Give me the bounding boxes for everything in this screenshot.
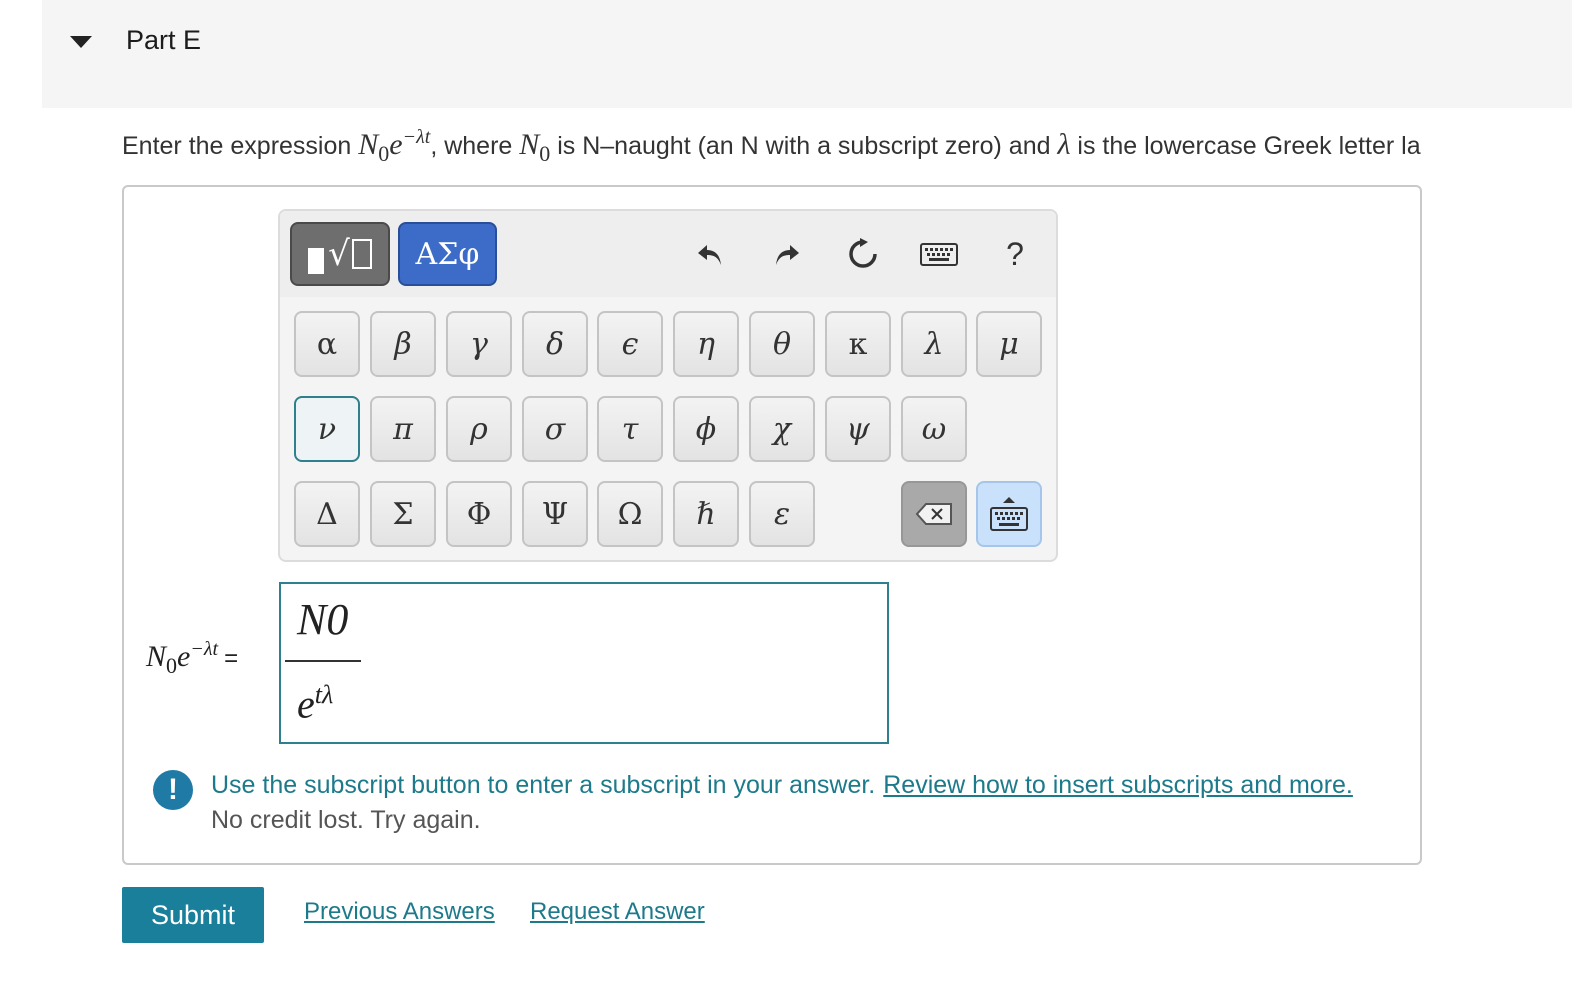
help-button[interactable]: ?: [992, 229, 1038, 279]
subscript-help-link[interactable]: Review how to insert subscripts and more…: [883, 771, 1353, 799]
undo-button[interactable]: [687, 229, 733, 279]
key-capital-sigma[interactable]: Σ: [370, 481, 436, 547]
template-root-icon: √: [328, 234, 372, 274]
keyboard-shortcuts-button[interactable]: [916, 229, 962, 279]
key-chi[interactable]: χ: [749, 396, 815, 462]
key-psi[interactable]: ψ: [825, 396, 891, 462]
keyboard-icon: [920, 243, 958, 266]
request-answer-link[interactable]: Request Answer: [530, 898, 705, 926]
fraction-bar: [285, 660, 361, 662]
key-gamma[interactable]: γ: [446, 311, 512, 377]
key-varepsilon[interactable]: ε: [749, 481, 815, 547]
key-omega[interactable]: ω: [901, 396, 967, 462]
part-title: Part E: [126, 25, 202, 55]
templates-mode-button[interactable]: √: [290, 222, 390, 286]
key-alpha[interactable]: α: [294, 311, 360, 377]
key-sigma[interactable]: σ: [522, 396, 588, 462]
key-h-bar[interactable]: ℏ: [673, 481, 739, 547]
undo-icon: [698, 245, 721, 265]
feedback-note: No credit lost. Try again.: [211, 806, 481, 834]
info-alert-icon: !: [153, 770, 193, 810]
key-nu[interactable]: ν: [294, 396, 360, 462]
key-capital-delta[interactable]: Δ: [294, 481, 360, 547]
key-pi[interactable]: π: [370, 396, 436, 462]
key-kappa[interactable]: κ: [825, 311, 891, 377]
keyboard-up-icon: [990, 497, 1028, 531]
part-header[interactable]: [42, 0, 1572, 108]
key-tau[interactable]: τ: [597, 396, 663, 462]
template-square-icon: [308, 248, 325, 274]
key-eta[interactable]: η: [673, 311, 739, 377]
greek-mode-button[interactable]: ΑΣφ: [398, 222, 497, 286]
answer-input[interactable]: N0 etλ: [279, 582, 889, 744]
answer-label: N0e−λt =: [146, 638, 239, 678]
collapse-caret-icon[interactable]: [70, 36, 92, 48]
keyboard-toggle-button[interactable]: [976, 481, 1042, 547]
submit-button[interactable]: Submit: [122, 887, 264, 943]
key-rho[interactable]: ρ: [446, 396, 512, 462]
key-lambda[interactable]: λ: [901, 311, 967, 377]
key-delta[interactable]: δ: [522, 311, 588, 377]
backspace-button[interactable]: [901, 481, 967, 547]
reset-button[interactable]: [840, 229, 886, 279]
fraction-denominator[interactable]: etλ: [297, 680, 333, 727]
redo-icon: [776, 245, 799, 265]
previous-answers-link[interactable]: Previous Answers: [304, 898, 495, 926]
redo-button[interactable]: [764, 229, 810, 279]
key-beta[interactable]: β: [370, 311, 436, 377]
key-epsilon[interactable]: ϵ: [597, 311, 663, 377]
question-instruction: Enter the expression N0e−λt, where N0 is…: [122, 126, 1421, 166]
math-palette: √ ΑΣφ ? α β γ δ ϵ η θ κ λ μ ν π ρ σ τ ϕ …: [278, 209, 1058, 562]
feedback-message: Use the subscript button to enter a subs…: [211, 771, 1353, 799]
backspace-icon: [915, 503, 952, 525]
key-phi[interactable]: ϕ: [673, 396, 739, 462]
fraction-numerator[interactable]: N0: [297, 594, 348, 645]
key-theta[interactable]: θ: [749, 311, 815, 377]
key-mu[interactable]: μ: [976, 311, 1042, 377]
reset-icon: [849, 238, 877, 268]
key-capital-phi[interactable]: Φ: [446, 481, 512, 547]
key-capital-omega[interactable]: Ω: [597, 481, 663, 547]
key-capital-psi[interactable]: Ψ: [522, 481, 588, 547]
